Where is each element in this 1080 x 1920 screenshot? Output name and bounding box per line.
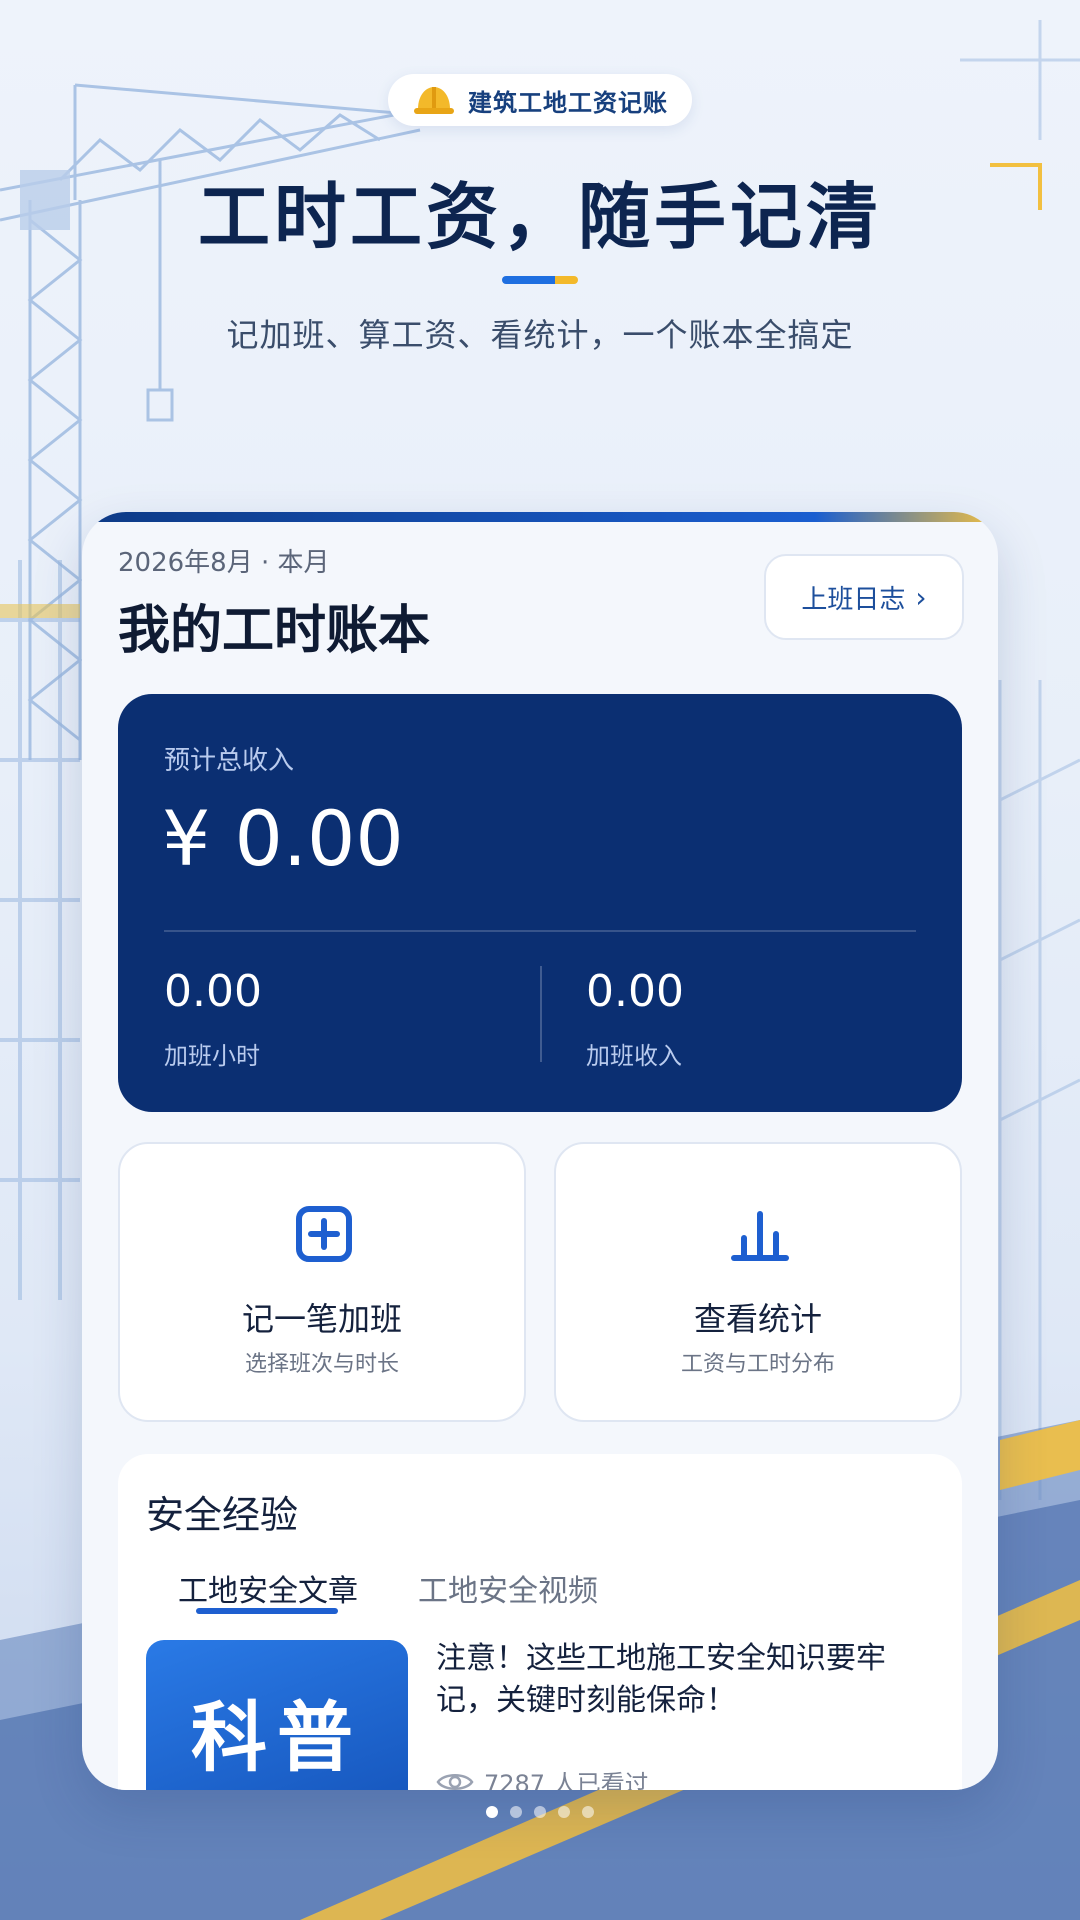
chevron-right-icon: ›: [915, 580, 927, 614]
article-views: 7287 人已看过: [436, 1764, 649, 1790]
hard-hat-icon: [414, 87, 454, 114]
tab-safety-articles[interactable]: 工地安全文章: [178, 1566, 358, 1610]
page-indicator: [486, 1806, 594, 1818]
page-dot[interactable]: [486, 1806, 498, 1818]
income-panel: 预计总收入 ¥ 0.00 0.00 加班小时 0.00 加班收入: [118, 694, 962, 1112]
record-overtime-button[interactable]: 记一笔加班 选择班次与时长: [118, 1142, 526, 1422]
safety-heading: 安全经验: [146, 1493, 299, 1537]
month-label: 2026年8月 · 本月: [118, 548, 330, 578]
bar-chart-icon: [731, 1211, 789, 1261]
tab-safety-videos[interactable]: 工地安全视频: [418, 1566, 598, 1610]
hero-subtitle: 记加班、算工资、看统计，一个账本全搞定: [226, 316, 854, 354]
app-badge-label: 建筑工地工资记账: [468, 88, 668, 117]
article-thumbnail[interactable]: 科普: [146, 1640, 408, 1790]
eye-icon: [436, 1773, 474, 1790]
overtime-hours-label: 加班小时: [164, 1042, 260, 1070]
view-stats-title: 查看统计: [693, 1300, 822, 1338]
ledger-card: 2026年8月 · 本月 我的工时账本 上班日志 › 预计总收入 ¥ 0.00 …: [82, 512, 998, 1790]
page-dot[interactable]: [558, 1806, 570, 1818]
overtime-hours-value: 0.00: [164, 966, 262, 1017]
page-dot[interactable]: [582, 1806, 594, 1818]
stats-divider: [540, 966, 542, 1062]
work-log-button-label: 上班日志: [801, 584, 906, 615]
app-badge: 建筑工地工资记账: [388, 74, 692, 126]
view-stats-button[interactable]: 查看统计 工资与工时分布: [554, 1142, 962, 1422]
income-divider: [164, 930, 916, 932]
plus-square-icon: [296, 1206, 352, 1262]
record-overtime-subtitle: 选择班次与时长: [244, 1352, 399, 1377]
page-dot[interactable]: [534, 1806, 546, 1818]
record-overtime-title: 记一笔加班: [241, 1300, 402, 1338]
safety-section: 安全经验 工地安全文章 工地安全视频 科普 注意！这些工地施工安全知识要牢记，关…: [118, 1454, 962, 1790]
overtime-income-label: 加班收入: [586, 1042, 682, 1070]
article-thumbnail-text: 科普: [191, 1693, 363, 1782]
active-tab-indicator: [196, 1608, 338, 1614]
page-dot[interactable]: [510, 1806, 522, 1818]
overtime-income-value: 0.00: [586, 966, 684, 1017]
view-stats-subtitle: 工资与工时分布: [680, 1352, 835, 1377]
ledger-title: 我的工时账本: [118, 601, 431, 661]
hero-title: 工时工资，随手记清: [197, 175, 882, 259]
article-title[interactable]: 注意！这些工地施工安全知识要牢记，关键时刻能保命！: [436, 1638, 936, 1722]
income-total: ¥ 0.00: [162, 794, 404, 883]
income-caption: 预计总收入: [164, 746, 295, 776]
hero-divider: [502, 276, 578, 284]
work-log-button[interactable]: 上班日志 ›: [764, 554, 964, 640]
article-views-count: 7287 人已看过: [484, 1770, 649, 1790]
card-accent-bar: [82, 512, 998, 522]
